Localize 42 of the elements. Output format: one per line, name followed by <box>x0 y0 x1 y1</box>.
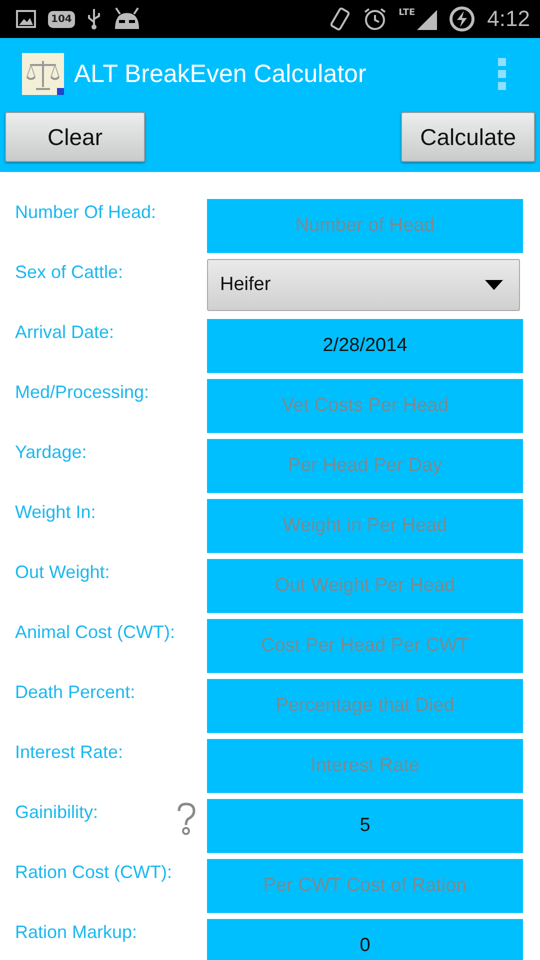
field-label: Ration Cost (CWT): <box>15 862 172 883</box>
field-label: Yardage: <box>15 442 87 463</box>
network-label: LTE <box>398 8 416 18</box>
input-field[interactable]: Weight in Per Head <box>207 499 523 553</box>
vibrate-icon <box>328 7 351 31</box>
field-label: Out Weight: <box>15 562 110 583</box>
input-field[interactable]: Vet Costs Per Head <box>207 379 523 433</box>
app-title: ALT BreakEven Calculator <box>74 60 368 88</box>
input-field[interactable]: 2/28/2014 <box>207 319 523 373</box>
field-label: Ration Markup: <box>15 922 138 943</box>
image-icon <box>16 10 36 28</box>
scales-icon <box>22 53 64 95</box>
field-label: Arrival Date: <box>15 322 114 343</box>
input-field[interactable]: Per CWT Cost of Ration <box>207 859 523 913</box>
usb-icon <box>86 8 101 30</box>
field-label: Sex of Cattle: <box>15 262 124 283</box>
dropdown-arrow-icon <box>485 280 503 290</box>
input-field[interactable]: Cost Per Head Per CWT <box>207 619 523 673</box>
battery-charging-icon <box>449 6 476 32</box>
input-field[interactable]: Interest Rate <box>207 739 523 793</box>
clear-button[interactable]: Clear <box>5 112 145 162</box>
input-field[interactable]: 5 <box>207 799 523 853</box>
signal-icon <box>415 8 438 30</box>
field-label: Weight In: <box>15 502 96 523</box>
input-field[interactable]: 0 <box>207 919 523 960</box>
field-label: Animal Cost (CWT): <box>15 622 176 643</box>
input-field[interactable]: Number of Head <box>207 199 523 253</box>
dropdown[interactable]: Heifer <box>207 259 520 311</box>
field-label: Death Percent: <box>15 682 136 703</box>
input-field[interactable]: Per Head Per Day <box>207 439 523 493</box>
input-field[interactable]: Out Weight Per Head <box>207 559 523 613</box>
field-label: Interest Rate: <box>15 742 124 763</box>
clock: 4:12 <box>487 6 530 32</box>
robot-icon <box>112 7 141 31</box>
calculate-button[interactable]: Calculate <box>401 112 535 162</box>
field-label: Number Of Head: <box>15 202 156 223</box>
field-label: Gainibility: <box>15 802 98 823</box>
help-icon[interactable] <box>175 802 197 836</box>
notification-badge: 104 <box>48 10 75 28</box>
field-label: Med/Processing: <box>15 382 150 403</box>
input-field[interactable]: Percentage that Died <box>207 679 523 733</box>
alarm-icon <box>362 7 387 31</box>
